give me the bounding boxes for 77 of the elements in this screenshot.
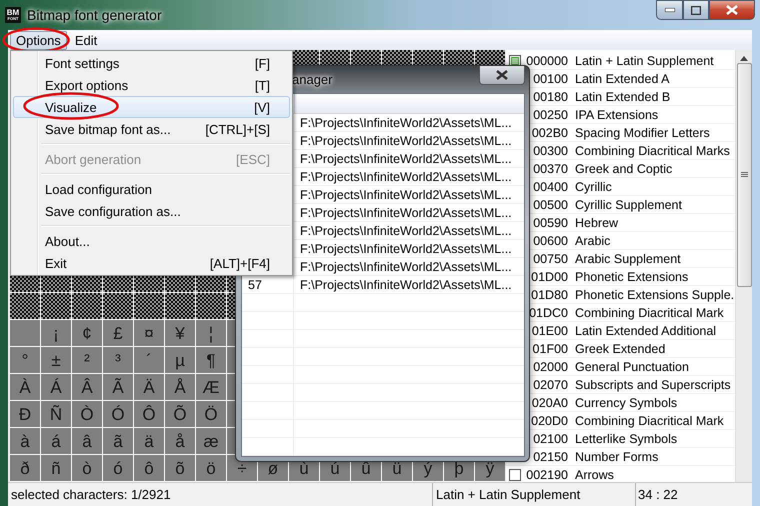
dialog-close-button[interactable] bbox=[479, 66, 525, 85]
glyph-cell[interactable]: ¥ bbox=[165, 320, 195, 346]
glyph-cell[interactable]: â bbox=[72, 428, 102, 454]
unused-glyph-cell[interactable] bbox=[72, 293, 102, 319]
menu-item[interactable]: Export options [T] bbox=[13, 74, 290, 96]
glyph-cell[interactable]: ô bbox=[134, 455, 164, 481]
unused-glyph-cell[interactable] bbox=[165, 293, 195, 319]
menu-item[interactable]: Save configuration as... bbox=[13, 200, 290, 222]
glyph-cell[interactable]: µ bbox=[165, 347, 195, 373]
glyph-cell[interactable]: õ bbox=[165, 455, 195, 481]
menu-item[interactable]: Load configuration bbox=[13, 178, 290, 200]
glyph-cell[interactable]: á bbox=[41, 428, 71, 454]
close-icon bbox=[496, 70, 508, 80]
glyph-cell[interactable]: ó bbox=[103, 455, 133, 481]
glyph-cell[interactable]: Ã bbox=[103, 374, 133, 400]
partial-check-icon[interactable] bbox=[509, 54, 521, 66]
maximize-button[interactable] bbox=[683, 0, 709, 20]
glyph-cell[interactable]: £ bbox=[103, 320, 133, 346]
glyph-cell[interactable]: Õ bbox=[165, 401, 195, 427]
window-title: Bitmap font generator bbox=[27, 7, 162, 23]
glyph-cell[interactable]: Ö bbox=[196, 401, 226, 427]
unused-glyph-cell[interactable] bbox=[134, 293, 164, 319]
scroll-thumb[interactable] bbox=[736, 63, 752, 287]
glyph-cell[interactable]: Ó bbox=[103, 401, 133, 427]
dialog-title: anager bbox=[292, 72, 332, 87]
glyph-cell[interactable]: Ä bbox=[134, 374, 164, 400]
unused-glyph-cell[interactable] bbox=[10, 293, 40, 319]
glyph-cell[interactable]: ¦ bbox=[196, 320, 226, 346]
menu-item[interactable]: About... bbox=[13, 230, 290, 252]
glyph-cell[interactable]: Â bbox=[72, 374, 102, 400]
glyph-cell[interactable]: Ñ bbox=[41, 401, 71, 427]
glyph-cell[interactable]: ñ bbox=[41, 455, 71, 481]
menu-item[interactable]: Visualize [V] bbox=[13, 96, 290, 118]
glyph-cell[interactable] bbox=[10, 320, 40, 346]
glyph-cell[interactable]: ¶ bbox=[196, 347, 226, 373]
scrollbar[interactable] bbox=[735, 50, 752, 482]
glyph-cell[interactable]: Æ bbox=[196, 374, 226, 400]
glyph-cell[interactable]: ´ bbox=[134, 347, 164, 373]
unused-glyph-cell[interactable] bbox=[103, 293, 133, 319]
maximize-icon bbox=[691, 6, 701, 14]
status-subset: Latin + Latin Supplement bbox=[432, 483, 635, 506]
glyph-cell[interactable]: ð bbox=[10, 455, 40, 481]
menu-item[interactable]: Font settings [F] bbox=[13, 52, 290, 74]
glyph-cell[interactable]: ± bbox=[41, 347, 71, 373]
glyph-cell[interactable]: ³ bbox=[103, 347, 133, 373]
status-text: selected characters: 1/2921 bbox=[10, 486, 172, 504]
unused-glyph-cell[interactable] bbox=[196, 293, 226, 319]
glyph-cell[interactable]: ö bbox=[196, 455, 226, 481]
glyph-cell[interactable]: À bbox=[10, 374, 40, 400]
scroll-up-icon[interactable] bbox=[740, 56, 748, 61]
checkbox-icon[interactable] bbox=[509, 468, 521, 480]
glyph-cell[interactable]: Ð bbox=[10, 401, 40, 427]
glyph-cell[interactable]: ä bbox=[134, 428, 164, 454]
status-position: 34 : 22 bbox=[635, 483, 752, 506]
glyph-cell[interactable]: ¤ bbox=[134, 320, 164, 346]
menu-item[interactable]: Exit [ALT]+[F4] bbox=[13, 252, 290, 274]
glyph-cell[interactable]: à bbox=[10, 428, 40, 454]
glyph-cell[interactable]: æ bbox=[196, 428, 226, 454]
glyph-cell[interactable]: ¡ bbox=[41, 320, 71, 346]
menu-item[interactable]: Save bitmap font as... [CTRL]+[S] bbox=[13, 118, 290, 140]
glyph-cell[interactable]: å bbox=[165, 428, 195, 454]
glyph-cell[interactable]: Á bbox=[41, 374, 71, 400]
glyph-cell[interactable]: Ò bbox=[72, 401, 102, 427]
minimize-button[interactable] bbox=[656, 0, 683, 20]
unused-glyph-cell[interactable] bbox=[41, 293, 71, 319]
glyph-cell[interactable]: ¢ bbox=[72, 320, 102, 346]
close-icon bbox=[726, 5, 738, 15]
table-cell: 57 bbox=[248, 278, 262, 292]
glyph-cell[interactable]: Å bbox=[165, 374, 195, 400]
close-button[interactable] bbox=[709, 0, 755, 20]
glyph-cell[interactable]: ò bbox=[72, 455, 102, 481]
glyph-cell[interactable]: Ô bbox=[134, 401, 164, 427]
glyph-cell[interactable]: ° bbox=[10, 347, 40, 373]
glyph-cell[interactable]: ² bbox=[72, 347, 102, 373]
glyph-cell[interactable]: ã bbox=[103, 428, 133, 454]
menu-bar-item[interactable]: Edit bbox=[68, 30, 104, 50]
minimize-icon bbox=[664, 8, 674, 12]
